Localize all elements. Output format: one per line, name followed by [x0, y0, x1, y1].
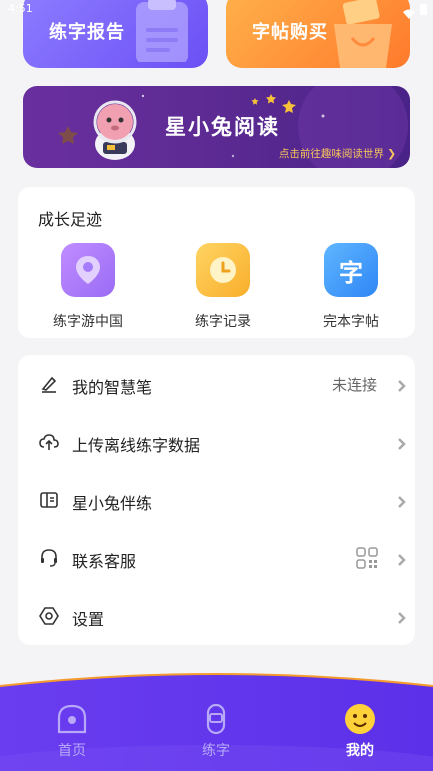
qr-code-icon[interactable] [356, 547, 378, 569]
completed-copybook-label: 完本字帖 [323, 314, 379, 330]
wifi-icon [403, 4, 415, 23]
settings-list-card: 我的智慧笔 未连接 上传离线练字数据 星小兔伴练 联系客服 设置 [18, 355, 415, 645]
nav-mine-label: 我的 [346, 743, 374, 759]
smart-pen-row[interactable]: 我的智慧笔 未连接 [18, 355, 415, 412]
reading-banner-subtitle: 点击前往趣味阅读世界 ❯ [278, 148, 396, 160]
profile-emoji-icon [310, 702, 410, 736]
chevron-right-icon [398, 551, 406, 566]
practice-report-label: 练字报告 [49, 22, 125, 43]
cloud-upload-icon [39, 432, 59, 452]
book-icon [39, 490, 59, 510]
copybook-purchase-label: 字帖购买 [252, 22, 328, 43]
upload-offline-data-label: 上传离线练字数据 [72, 436, 201, 455]
smart-pen-label: 我的智慧笔 [72, 378, 153, 397]
nav-practice[interactable]: 练字 [166, 702, 266, 760]
customer-service-row[interactable]: 联系客服 [18, 529, 415, 586]
battery-icon [420, 4, 427, 15]
status-bar: 4:51 [0, 0, 433, 20]
growth-footprint-heading: 成长足迹 [38, 210, 103, 229]
nav-practice-label: 练字 [202, 743, 230, 759]
nav-mine[interactable]: 我的 [310, 702, 410, 760]
reading-banner-title: 星小兔阅读 [165, 115, 280, 139]
chevron-right-icon [398, 377, 406, 392]
gear-icon [39, 606, 59, 626]
home-icon [22, 702, 122, 736]
clock-icon [196, 243, 250, 297]
smart-pen-status: 未连接 [331, 376, 377, 394]
map-pin-icon [61, 243, 115, 297]
completed-copybook-item[interactable]: 字 完本字帖 [301, 243, 401, 331]
status-time: 4:51 [8, 2, 33, 15]
nav-home[interactable]: 首页 [22, 702, 122, 760]
pen-icon [39, 374, 59, 394]
settings-row[interactable]: 设置 [18, 587, 415, 644]
chevron-right-icon [398, 435, 406, 450]
app-screen: 4:51 练字报告 字帖购买 星小兔阅读 点击前往趣味阅读世界 ❯ 成长足迹 练… [0, 0, 433, 771]
rabbit-companion-label: 星小兔伴练 [72, 494, 153, 513]
character-glyph: 字 [339, 258, 363, 287]
practice-icon [166, 702, 266, 736]
practice-tour-china-item[interactable]: 练字游中国 [38, 243, 138, 331]
chevron-right-icon [398, 609, 406, 624]
rabbit-companion-row[interactable]: 星小兔伴练 [18, 471, 415, 528]
character-icon: 字 [324, 243, 378, 297]
practice-record-item[interactable]: 练字记录 [173, 243, 273, 331]
chevron-right-icon [398, 493, 406, 508]
customer-service-label: 联系客服 [72, 552, 137, 571]
rabbit-astronaut-mascot [83, 98, 147, 166]
growth-footprint-card: 成长足迹 练字游中国 练字记录 字 完本字帖 [18, 187, 415, 338]
upload-offline-data-row[interactable]: 上传离线练字数据 [18, 413, 415, 470]
reading-banner[interactable]: 星小兔阅读 点击前往趣味阅读世界 ❯ [23, 86, 410, 168]
nav-home-label: 首页 [58, 743, 86, 759]
bottom-navigation: 首页 练字 我的 [0, 672, 433, 771]
practice-record-label: 练字记录 [195, 314, 251, 330]
settings-label: 设置 [72, 610, 105, 629]
practice-tour-china-label: 练字游中国 [53, 314, 123, 330]
headset-icon [39, 548, 59, 568]
